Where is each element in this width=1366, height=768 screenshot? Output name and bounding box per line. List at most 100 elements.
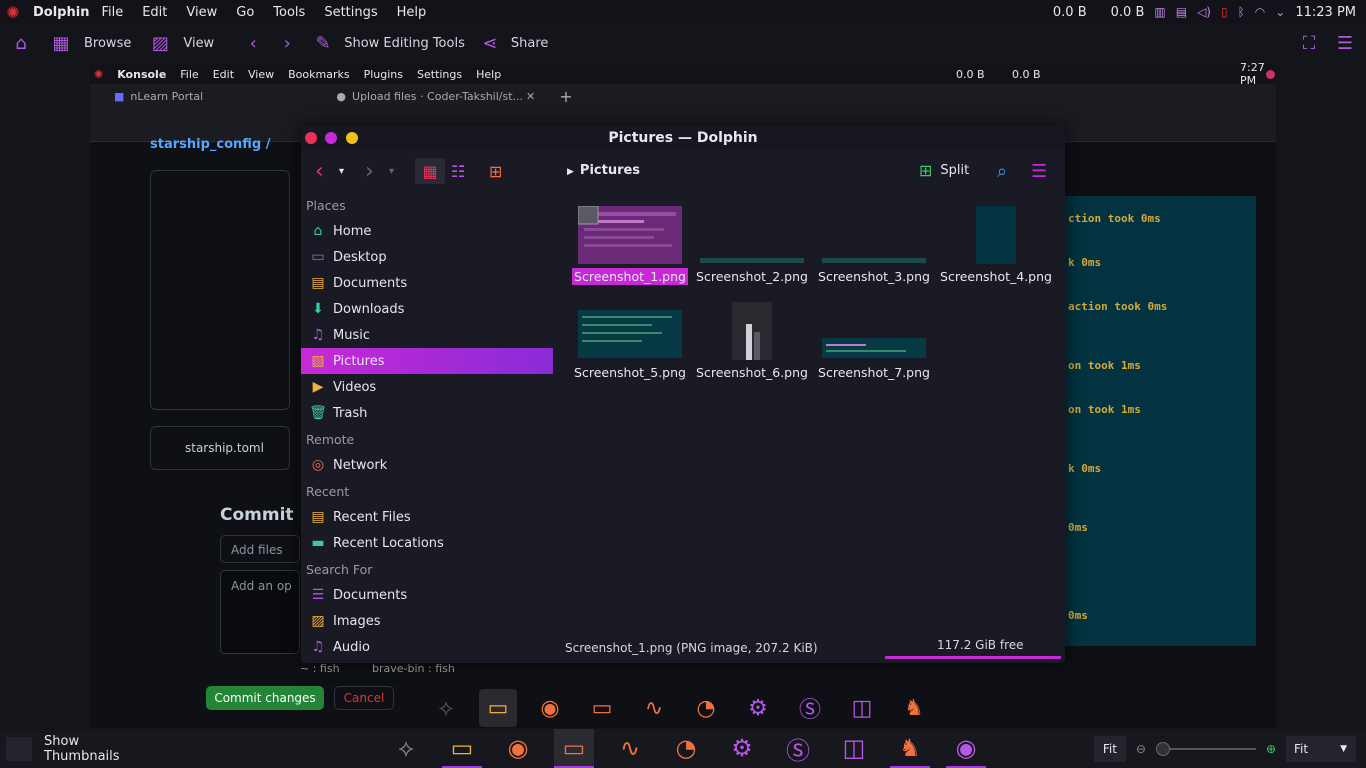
dock-app-icon[interactable]: ◉ <box>531 689 569 727</box>
places-item-audio[interactable]: ♫ Audio <box>301 634 553 660</box>
file-item[interactable]: Screenshot_6.png <box>693 302 811 381</box>
konsole-tab-fish[interactable]: ~ : fish <box>300 662 340 675</box>
places-item-recent-files[interactable]: ▤ Recent Files <box>301 504 553 530</box>
dock-terminal-icon[interactable]: ▭ <box>479 689 517 727</box>
dock-pie-icon[interactable]: ◔ <box>687 689 725 727</box>
dock-settings-icon[interactable]: ⚙ <box>722 729 762 767</box>
konsole-tab-brave[interactable]: brave-bin : fish <box>372 662 455 675</box>
clipboard-icon[interactable]: ▤ <box>1176 5 1187 19</box>
close-window-button[interactable] <box>305 132 317 144</box>
sidebar-toggle-button[interactable] <box>6 737 32 761</box>
dock-pie-icon[interactable]: ◔ <box>666 729 706 767</box>
app-logo-icon[interactable]: ✺ <box>2 1 24 23</box>
dock-store-icon[interactable]: ◫ <box>843 689 881 727</box>
fit-button[interactable]: Fit <box>1093 736 1126 762</box>
dock-eye-icon[interactable]: ◉ <box>946 729 986 768</box>
forward-history-chevron-icon[interactable]: ▾ <box>389 158 394 184</box>
edit-icon[interactable]: ✎ <box>308 33 338 54</box>
tab-close-icon[interactable]: ✕ <box>526 90 535 103</box>
icons-view-button[interactable]: ▦ <box>415 158 445 184</box>
file-item[interactable]: Screenshot_3.png <box>815 206 933 285</box>
tab-upload[interactable]: Upload files · Coder-Takshil/st... <box>352 90 522 103</box>
file-item[interactable]: Screenshot_5.png <box>571 302 689 381</box>
dock-monitor-icon[interactable]: ∿ <box>610 729 650 767</box>
minimize-window-button[interactable] <box>346 132 358 144</box>
menu-settings[interactable]: Settings <box>324 5 377 20</box>
places-item-desktop[interactable]: ▭ Desktop <box>301 244 553 270</box>
view-button[interactable]: View <box>183 36 214 51</box>
forward-icon[interactable]: › <box>272 33 302 54</box>
wifi-icon[interactable]: ◠ <box>1255 5 1265 19</box>
places-item-pictures[interactable]: ▨ Pictures <box>301 348 553 374</box>
commit-summary-input[interactable]: Add files <box>220 535 300 563</box>
dock-folder-icon[interactable]: ▭ <box>583 689 621 727</box>
file-item[interactable]: Screenshot_4.png <box>937 206 1055 285</box>
dock-monitor-icon[interactable]: ∿ <box>635 689 673 727</box>
menu-view[interactable]: View <box>186 5 217 20</box>
editing-tools-button[interactable]: Show Editing Tools <box>344 36 465 51</box>
search-icon[interactable]: ⌕ <box>997 158 1007 184</box>
bluetooth-icon[interactable]: ᛒ <box>1238 5 1245 19</box>
keyboard-icon[interactable]: ▥ <box>1154 5 1165 19</box>
zoom-in-icon[interactable]: ⊕ <box>1266 742 1276 756</box>
share-icon[interactable]: ⋖ <box>475 33 505 54</box>
places-item-downloads[interactable]: ⬇ Downloads <box>301 296 553 322</box>
dock-terminal-icon[interactable]: ▭ <box>442 729 482 768</box>
menu-tools[interactable]: Tools <box>273 5 305 20</box>
places-item-network[interactable]: ◎ Network <box>301 452 553 478</box>
dock-brave-icon[interactable]: ♞ <box>895 689 933 727</box>
browse-button[interactable]: Browse <box>84 36 131 51</box>
dock-s-icon[interactable]: Ⓢ <box>791 689 829 727</box>
upload-dropzone[interactable] <box>150 170 290 410</box>
konsole-menu-edit[interactable]: Edit <box>213 68 234 81</box>
konsole-menu-bookmarks[interactable]: Bookmarks <box>288 68 349 81</box>
file-item[interactable]: Screenshot_1.png <box>571 206 689 285</box>
zoom-slider[interactable] <box>1155 742 1256 756</box>
tab-nlearn[interactable]: nLearn Portal <box>130 90 326 103</box>
forward-button[interactable]: › <box>365 158 374 184</box>
places-item-images[interactable]: ▨ Images <box>301 608 553 634</box>
hamburger-menu-icon[interactable]: ☰ <box>1330 33 1360 54</box>
dock-app-icon[interactable]: ◉ <box>498 729 538 767</box>
places-item-music[interactable]: ♫ Music <box>301 322 553 348</box>
fullscreen-icon[interactable]: ⛶ <box>1294 33 1324 54</box>
file-item[interactable]: Screenshot_7.png <box>815 302 933 381</box>
image-icon[interactable]: ▨ <box>145 33 175 54</box>
cancel-button[interactable]: Cancel <box>334 686 394 710</box>
home-icon[interactable]: ⌂ <box>6 33 36 54</box>
details-view-button[interactable]: ⊞ <box>489 158 502 184</box>
split-button[interactable]: ⊞ Split <box>919 161 969 180</box>
places-item-documents[interactable]: ▤ Documents <box>301 270 553 296</box>
maximize-window-button[interactable] <box>325 132 337 144</box>
breadcrumb-pictures[interactable]: Pictures <box>580 163 640 178</box>
commit-description-input[interactable]: Add an op <box>220 570 300 654</box>
places-item-home[interactable]: ⌂ Home <box>301 218 553 244</box>
dock-s-icon[interactable]: Ⓢ <box>778 729 818 767</box>
zoom-out-icon[interactable]: ⊖ <box>1136 742 1146 756</box>
show-thumbnails-button[interactable]: Show Thumbnails <box>36 734 156 764</box>
dock-brave-icon[interactable]: ♞ <box>890 729 930 768</box>
grid-icon[interactable]: ▦ <box>46 33 76 54</box>
share-button[interactable]: Share <box>511 36 549 51</box>
battery-icon[interactable]: ▯ <box>1221 5 1228 19</box>
back-button[interactable]: ‹ <box>315 158 324 184</box>
dock-folder-icon[interactable]: ▭ <box>554 729 594 768</box>
hamburger-menu-icon[interactable]: ☰ <box>1031 158 1047 184</box>
breadcrumb[interactable]: ▶ Pictures <box>567 163 640 178</box>
dock-store-icon[interactable]: ◫ <box>834 729 874 767</box>
new-tab-icon[interactable]: + <box>559 87 572 106</box>
places-item-videos[interactable]: ▶ Videos <box>301 374 553 400</box>
dock-logo-icon[interactable]: ⟡ <box>386 729 426 767</box>
menu-file[interactable]: File <box>101 5 123 20</box>
back-history-chevron-icon[interactable]: ▾ <box>339 158 344 184</box>
dock-settings-icon[interactable]: ⚙ <box>739 689 777 727</box>
chevron-down-icon[interactable]: ⌄ <box>1275 5 1285 19</box>
compact-view-button[interactable]: ☷ <box>451 158 465 184</box>
places-item-recent-locations[interactable]: ▬ Recent Locations <box>301 530 553 556</box>
konsole-menu-help[interactable]: Help <box>476 68 501 81</box>
repo-breadcrumb[interactable]: starship_config / <box>150 137 271 152</box>
konsole-menu-file[interactable]: File <box>180 68 198 81</box>
clock[interactable]: 11:23 PM <box>1295 5 1356 20</box>
commit-changes-button[interactable]: Commit changes <box>206 686 324 710</box>
file-item[interactable]: Screenshot_2.png <box>693 206 811 285</box>
